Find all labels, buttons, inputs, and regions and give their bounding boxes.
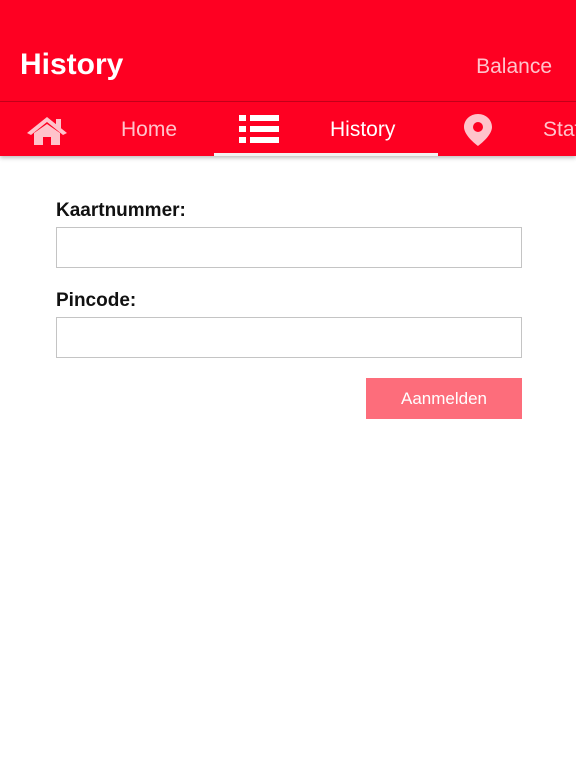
tab-history[interactable]: History xyxy=(214,102,438,156)
card-number-label: Kaartnummer: xyxy=(56,200,186,221)
pincode-input[interactable] xyxy=(56,317,522,358)
balance-action[interactable]: Balance xyxy=(476,55,552,79)
tab-stations-label: Stations xyxy=(543,118,576,141)
home-icon xyxy=(25,115,69,150)
tab-bar: Home History Stations xyxy=(0,102,576,156)
tab-home-label: Home xyxy=(121,118,178,141)
tab-home[interactable]: Home xyxy=(0,102,214,156)
location-pin-icon xyxy=(463,114,493,151)
login-form: Kaartnummer: Pincode: Aanmelden xyxy=(56,200,522,420)
card-number-input[interactable] xyxy=(56,227,522,268)
submit-row: Aanmelden xyxy=(56,358,522,420)
active-tab-indicator xyxy=(214,153,438,156)
page-title: History xyxy=(20,48,124,81)
login-button[interactable]: Aanmelden xyxy=(366,378,522,419)
tab-history-label: History xyxy=(330,118,396,141)
app-bar: History Balance xyxy=(0,0,576,102)
pincode-label: Pincode: xyxy=(56,290,137,311)
list-icon xyxy=(239,115,279,148)
tab-stations[interactable]: Stations xyxy=(438,102,576,156)
